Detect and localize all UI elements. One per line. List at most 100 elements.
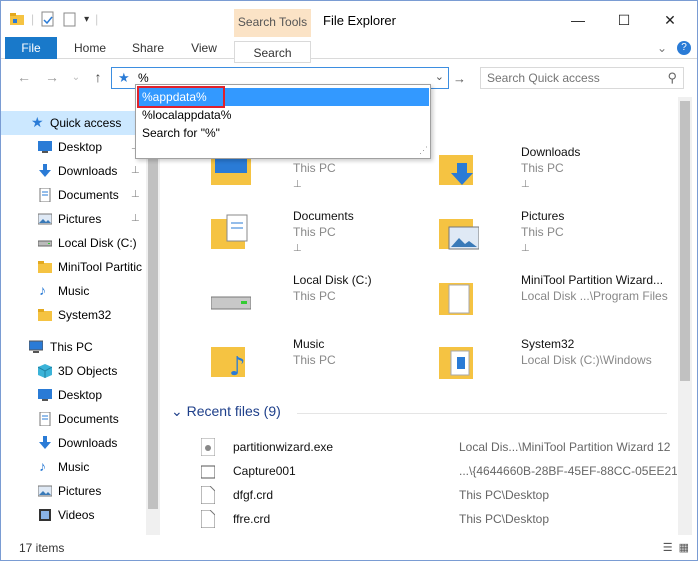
recent-locations-icon[interactable]: ⌄ <box>67 72 85 83</box>
recent-file-row[interactable]: dfgf.crd This PC\Desktop <box>199 483 677 507</box>
resize-grip-icon[interactable]: ⋰ <box>419 145 428 156</box>
sidebar-item-desktop[interactable]: Desktop ⊥ <box>1 135 146 159</box>
sidebar-item-system32[interactable]: System32 <box>1 303 146 327</box>
tab-search[interactable]: Search <box>234 41 311 63</box>
sidebar-item-label: Desktop <box>58 388 103 402</box>
music-icon: ♪ <box>39 282 46 298</box>
tiles-view-icon[interactable]: ▦ <box>679 541 689 554</box>
quick-access-toolbar: | ▾ | <box>9 11 98 27</box>
sidebar-item-documents[interactable]: Documents ⊥ <box>1 183 146 207</box>
quick-access-star-icon: ★ <box>118 70 130 85</box>
search-input[interactable] <box>487 70 657 86</box>
pin-icon: ⊥ <box>131 213 140 224</box>
recent-file-row[interactable]: Capture001 ...\{4644660B-28BF-45EF-88CC-… <box>199 459 677 483</box>
pin-icon: ⊥ <box>131 165 140 176</box>
expand-ribbon-icon[interactable]: ⌄ <box>657 41 667 55</box>
scrollbar-thumb[interactable] <box>148 119 158 509</box>
recent-files-header[interactable]: ⌄ Recent files (9) <box>171 403 281 420</box>
tile-local-disk[interactable]: Local Disk (C:) This PC <box>205 273 433 331</box>
pictures-icon <box>38 213 52 225</box>
download-icon <box>39 164 51 177</box>
sidebar-item-desktop-pc[interactable]: Desktop <box>1 383 146 407</box>
tile-pictures[interactable]: Pictures This PC ⊥ <box>433 209 661 267</box>
ribbon-tabs: File Home Share View Search ⌄ ? <box>1 37 697 63</box>
tile-location: This PC <box>293 225 336 239</box>
tile-location: This PC <box>521 161 564 175</box>
customize-toolbar-icon[interactable]: ▾ <box>84 14 89 25</box>
up-button[interactable]: ↑ <box>89 69 107 85</box>
content-scrollbar[interactable] <box>678 97 692 535</box>
file-explorer-window: | ▾ | Search Tools File Explorer — ☐ ✕ F… <box>0 0 698 561</box>
documents-icon <box>39 412 51 426</box>
title-bar: | ▾ | Search Tools File Explorer — ☐ ✕ <box>1 1 697 37</box>
sidebar-item-label: System32 <box>58 308 112 322</box>
exe-file-icon <box>201 438 215 456</box>
close-button[interactable]: ✕ <box>647 9 693 31</box>
autocomplete-item-localappdata[interactable]: %localappdata% <box>137 106 429 124</box>
sidebar-item-downloads-pc[interactable]: Downloads <box>1 431 146 455</box>
file-name: dfgf.crd <box>233 488 274 502</box>
sidebar-item-minitool[interactable]: MiniTool Partitic <box>1 255 146 279</box>
item-count: 17 items <box>19 541 65 555</box>
sidebar-item-label: Documents <box>58 188 119 202</box>
details-view-icon[interactable]: ☰ <box>663 541 673 554</box>
minimize-button[interactable]: — <box>555 9 601 31</box>
sidebar-item-music-pc[interactable]: ♪ Music <box>1 455 146 479</box>
new-folder-icon[interactable] <box>62 11 78 27</box>
collapse-chevron-icon[interactable]: ⌄ <box>171 403 183 419</box>
pin-icon: ⊥ <box>521 179 530 190</box>
star-icon: ★ <box>31 114 44 130</box>
sidebar-item-music[interactable]: ♪ Music <box>1 279 146 303</box>
search-box[interactable]: ⚲ <box>480 67 684 89</box>
tab-home[interactable]: Home <box>67 37 113 59</box>
tile-downloads[interactable]: Downloads This PC ⊥ <box>433 145 661 203</box>
tile-music[interactable]: ♪ Music This PC <box>205 337 433 395</box>
sidebar-item-3d-objects[interactable]: 3D Objects <box>1 359 146 383</box>
folder-icon <box>38 309 52 321</box>
sidebar-item-documents-pc[interactable]: Documents <box>1 407 146 431</box>
forward-button[interactable]: → <box>43 69 61 85</box>
autocomplete-item-search-for[interactable]: Search for "%" <box>137 124 429 142</box>
separator: | <box>95 12 99 26</box>
document-file-icon <box>201 486 215 504</box>
separator: | <box>31 12 35 26</box>
go-button[interactable]: → <box>453 71 466 86</box>
sidebar-item-local-disk[interactable]: Local Disk (C:) <box>1 231 146 255</box>
tile-system32[interactable]: System32 Local Disk (C:)\Windows <box>433 337 661 395</box>
navigation-scrollbar[interactable] <box>146 97 160 535</box>
help-icon[interactable]: ? <box>677 41 691 55</box>
sidebar-item-label: Downloads <box>58 164 118 178</box>
sidebar-item-downloads[interactable]: Downloads ⊥ <box>1 159 146 183</box>
tile-name: System32 <box>521 337 575 351</box>
address-dropdown-icon[interactable]: ⌄ <box>435 70 444 83</box>
scrollbar-thumb[interactable] <box>680 101 690 381</box>
sidebar-item-label: Music <box>58 460 90 474</box>
sidebar-item-videos[interactable]: Videos <box>1 503 146 527</box>
tile-documents[interactable]: Documents This PC ⊥ <box>205 209 433 267</box>
recent-file-row[interactable]: partitionwizard.exe Local Dis...\MiniToo… <box>199 435 677 459</box>
recent-file-row[interactable]: ffre.crd This PC\Desktop <box>199 507 677 531</box>
sidebar-item-label: Pictures <box>58 484 102 498</box>
ribbon-right-controls: ⌄ ? <box>657 41 691 55</box>
sidebar-item-pictures[interactable]: Pictures ⊥ <box>1 207 146 231</box>
tab-view[interactable]: View <box>183 37 225 59</box>
file-location: This PC\Desktop <box>459 512 550 526</box>
cube-icon <box>38 364 52 378</box>
back-button[interactable]: ← <box>15 69 33 85</box>
content-pane: This PC ⊥ Downloads This PC ⊥ Documents … <box>163 97 677 535</box>
tab-file[interactable]: File <box>5 37 57 59</box>
file-icon <box>201 465 215 479</box>
search-icon: ⚲ <box>667 70 677 85</box>
music-folder-icon: ♪ <box>211 347 246 381</box>
maximize-button[interactable]: ☐ <box>601 9 647 31</box>
sidebar-item-this-pc[interactable]: This PC <box>1 335 146 359</box>
sidebar-item-pictures-pc[interactable]: Pictures <box>1 479 146 503</box>
sidebar-item-quick-access[interactable]: ★ Quick access <box>1 111 146 135</box>
tile-minitool[interactable]: MiniTool Partition Wizard... Local Disk … <box>433 273 668 331</box>
sidebar-item-label: This PC <box>50 340 93 354</box>
tile-location: This PC <box>293 289 336 303</box>
tab-share[interactable]: Share <box>125 37 171 59</box>
sidebar-item-label: Videos <box>58 508 95 522</box>
properties-icon[interactable] <box>40 11 56 27</box>
sidebar-item-label: Downloads <box>58 436 118 450</box>
